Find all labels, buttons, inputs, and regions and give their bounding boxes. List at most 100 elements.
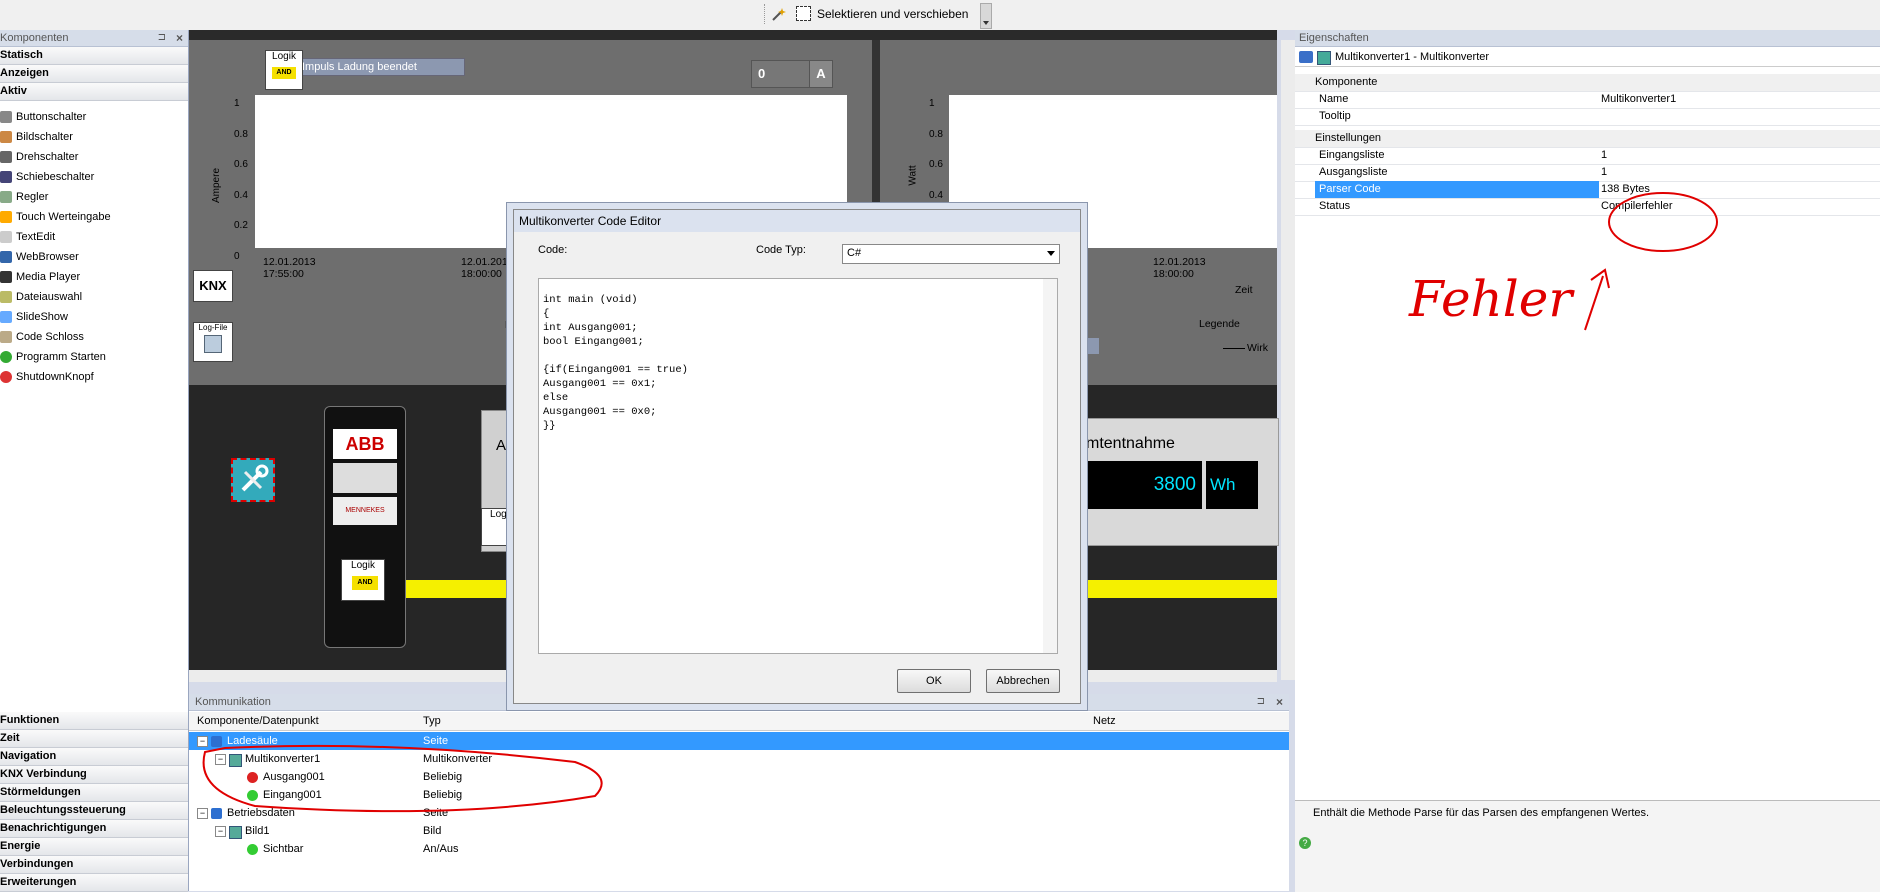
image-icon [229,826,242,839]
category-list-bottom: Funktionen Zeit Navigation KNX Verbindung St… [0,712,188,892]
component-item[interactable]: Bildschalter [0,127,188,147]
charging-station-image[interactable]: ABB MENNEKES Logik AND [324,406,406,648]
wand-icon[interactable] [771,6,787,22]
component-item[interactable]: Media Player [0,267,188,287]
tree-row-type: Bild [423,825,442,837]
component-item[interactable]: Touch Werteingabe [0,207,188,227]
component-label: Programm Starten [16,351,106,363]
component-item[interactable]: Programm Starten [0,347,188,367]
component-item[interactable]: Buttonschalter [0,107,188,127]
logfile-block[interactable]: Log-File [193,322,233,362]
left-chart-xtick-2: 12.01.2013 18:00:00 [461,256,514,280]
current-value-display: 0 [751,60,815,88]
energy-title: mtentnahme [1086,435,1175,452]
component-label: SlideShow [16,311,68,323]
code-type-label: Code Typ: [756,244,806,256]
shutdown-icon [0,371,12,383]
tree-row-type: An/Aus [423,843,459,855]
code-editor-dialog: Multikonverter Code Editor Code: Code Ty… [513,209,1081,704]
component-label: Bildschalter [16,131,73,143]
select-move-icon[interactable] [796,6,811,21]
component-label: Schiebeschalter [16,171,95,183]
vertical-scrollbar[interactable] [1281,40,1295,680]
help-icon[interactable]: ? [1299,837,1311,849]
category-bottom-2[interactable]: Navigation [0,748,188,766]
category-bottom-6[interactable]: Benachrichtigungen [0,820,188,838]
component-item[interactable]: SlideShow [0,307,188,327]
y-tick-label: 0 [234,250,240,262]
tree-row[interactable]: − Bild1 Bild [189,822,1289,840]
knx-block[interactable]: KNX [193,270,233,302]
slider-switch-icon [0,171,12,183]
category-1[interactable]: Anzeigen [0,65,188,83]
code-textarea[interactable]: int main (void) { int Ausgang001; bool E… [538,278,1058,654]
media-player-icon [0,271,12,283]
category-bottom-4[interactable]: Störmeldungen [0,784,188,802]
ok-button[interactable]: OK [897,669,971,693]
y-tick-label: 0.6 [929,159,943,170]
error-annotation: Fehler [1409,270,1573,328]
category-bottom-3[interactable]: KNX Verbindung [0,766,188,784]
code-type-select[interactable]: C# [842,244,1060,264]
component-item[interactable]: ShutdownKnopf [0,367,188,387]
col-header-type[interactable]: Typ [423,715,441,727]
close-icon[interactable]: × [176,30,183,46]
category-bottom-9[interactable]: Erweiterungen [0,874,188,892]
logic-block-station[interactable]: Logik AND [341,559,385,601]
xtick-time: 17:55:00 [263,268,304,280]
col-header-network[interactable]: Netz [1093,715,1116,727]
logfile-label: Log-File [198,323,228,332]
green-dot-icon [247,844,258,855]
file-select-icon [0,291,12,303]
component-item[interactable]: WebBrowser [0,247,188,267]
logic-label: Logik [351,560,375,571]
component-item[interactable]: Drehschalter [0,147,188,167]
xtick-date: 12.01.2013 [1153,256,1206,268]
annotation-overlay [1584,192,1718,331]
rotary-switch-icon [0,151,12,163]
program-start-icon [0,351,12,363]
code-content[interactable]: int main (void) { int Ausgang001; bool E… [543,293,688,433]
category-bottom-7[interactable]: Energie [0,838,188,856]
code-scrollbar[interactable] [1043,279,1057,653]
component-label: Media Player [16,271,81,283]
components-panel-title: Komponenten [0,32,69,44]
cancel-button[interactable]: Abbrechen [986,669,1060,693]
select-move-label[interactable]: Selektieren und verschieben [817,7,968,21]
category-bottom-0[interactable]: Funktionen [0,712,188,730]
pin-icon[interactable]: ⊐ [1257,694,1265,710]
category-0[interactable]: Statisch [0,47,188,65]
communication-panel-title: Kommunikation [195,696,271,708]
close-icon[interactable]: × [1276,694,1283,710]
component-label: Dateiauswahl [16,291,83,303]
component-item[interactable]: Dateiauswahl [0,287,188,307]
category-bottom-5[interactable]: Beleuchtungssteuerung [0,802,188,820]
expand-collapse-icon[interactable]: − [215,826,226,837]
logfile-icon [204,335,222,353]
category-bottom-8[interactable]: Verbindungen [0,856,188,874]
tree-row[interactable]: Sichtbar An/Aus [189,840,1289,858]
pin-icon[interactable]: ⊐ [158,30,166,46]
logic-block-top[interactable]: Logik AND [265,50,303,90]
xtick-date: 12.01.2013 [461,256,514,268]
left-chart-ylabel: Ampere [211,167,223,204]
component-label: WebBrowser [16,251,79,263]
y-tick-label: 1 [929,98,935,109]
impulse-label[interactable]: Impuls Ladung beendet [297,58,465,76]
toolbar-overflow-button[interactable] [980,3,992,29]
component-item[interactable]: Code Schloss [0,327,188,347]
y-tick-label: 0.6 [234,159,248,170]
energy-value-display: 3800 [1086,461,1202,509]
col-header-component[interactable]: Komponente/Datenpunkt [197,715,319,727]
component-item[interactable]: Regler [0,187,188,207]
tools-icon[interactable] [231,458,275,502]
right-chart-xtick: 12.01.2013 18:00:00 [1153,256,1206,280]
y-tick-label: 0.8 [234,128,248,140]
y-tick-label: 0.8 [929,128,943,140]
category-2[interactable]: Aktiv [0,83,188,101]
category-bottom-1[interactable]: Zeit [0,730,188,748]
component-list: Buttonschalter Bildschalter Drehschalter Sc… [0,101,188,387]
component-item[interactable]: TextEdit [0,227,188,247]
component-item[interactable]: Schiebeschalter [0,167,188,187]
component-label: Drehschalter [16,151,79,163]
